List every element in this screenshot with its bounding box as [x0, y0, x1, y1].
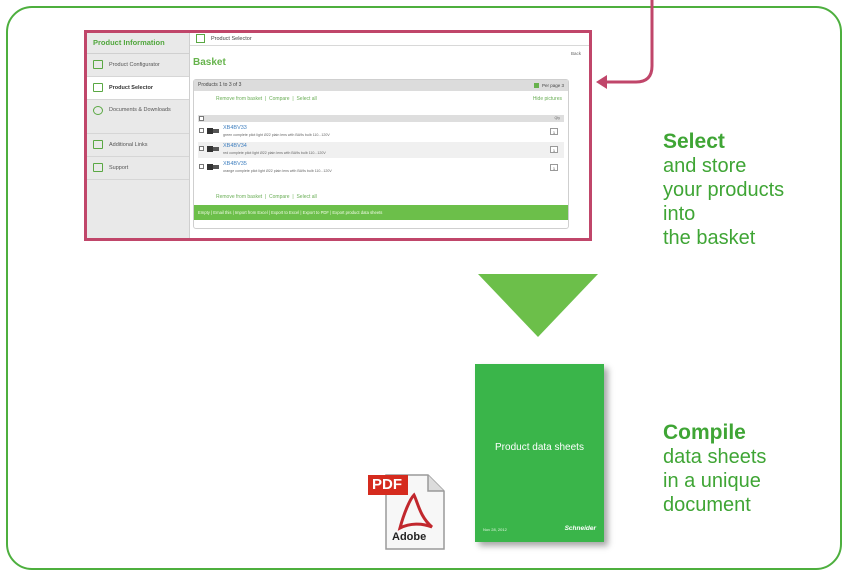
separator: |	[292, 96, 294, 102]
remove-link[interactable]: Remove from basket	[216, 96, 262, 102]
compare-link[interactable]: Compare	[269, 96, 290, 102]
hide-pictures-link[interactable]: Hide pictures	[533, 91, 562, 107]
table-header: Qty	[198, 115, 564, 122]
select-line: into	[663, 203, 696, 226]
product-code[interactable]: XB4BV34	[223, 143, 247, 149]
basket-actions-bottom: Remove from basket | Compare | Select al…	[194, 190, 568, 204]
down-arrow	[478, 274, 598, 337]
compile-line: in a unique	[663, 470, 761, 493]
page-title: Basket	[193, 57, 226, 68]
sidebar-item-label: Product Selector	[109, 85, 154, 91]
sidebar: Product Information Product Configurator…	[87, 33, 190, 238]
sidebar-item-product-configurator[interactable]: Product Configurator	[87, 54, 189, 77]
sidebar-item-label: Product Configurator	[109, 62, 160, 68]
topbar-title: Product Selector	[211, 36, 252, 42]
table-row: XB4BV33 green complete pilot light Ø22 p…	[198, 124, 564, 140]
compile-heading: Compile	[663, 421, 746, 444]
separator: |	[264, 194, 267, 200]
pilot-light-icon	[207, 146, 219, 152]
main-content: Product Selector Back Basket Products 1 …	[190, 33, 589, 238]
topbar: Product Selector	[190, 33, 589, 46]
back-link[interactable]: Back	[571, 51, 581, 56]
separator: |	[292, 194, 294, 200]
checkbox-icon	[93, 83, 103, 92]
select-line: and store	[663, 155, 747, 178]
select-line: the basket	[663, 227, 756, 250]
product-desc: green complete pilot light Ø22 plain len…	[223, 133, 330, 137]
configurator-icon	[93, 60, 103, 69]
qty-input[interactable]: 1	[550, 128, 558, 135]
basket-panel: Products 1 to 3 of 3 Per page 3 Remove f…	[193, 79, 569, 229]
support-icon	[93, 163, 103, 172]
per-page-control[interactable]: Per page 3	[533, 80, 564, 91]
select-label: Select and store your products into the …	[663, 129, 784, 250]
sidebar-item-additional-links[interactable]: Additional Links	[87, 134, 189, 157]
qty-input[interactable]: 1	[550, 164, 558, 171]
basket-actions: Remove from basket | Compare | Select al…	[194, 91, 568, 107]
compile-line: data sheets	[663, 446, 767, 469]
table-row: XB4BV34 red complete pilot light Ø22 pla…	[198, 142, 564, 158]
select-all-checkbox[interactable]	[199, 116, 204, 121]
products-count: Products 1 to 3 of 3	[198, 82, 242, 88]
row-checkbox[interactable]	[199, 164, 204, 169]
sidebar-item-label: Additional Links	[109, 142, 148, 148]
product-code[interactable]: XB4BV33	[223, 125, 247, 131]
cover-brand-logo: Schneider	[564, 525, 596, 532]
products-bar: Products 1 to 3 of 3 Per page 3	[194, 80, 568, 91]
compile-line: document	[663, 494, 751, 517]
download-icon	[93, 106, 103, 115]
pilot-light-icon	[207, 164, 219, 170]
row-checkbox[interactable]	[199, 146, 204, 151]
cover-date: Nov 28, 2012	[483, 527, 507, 532]
sidebar-item-label: Documents & Downloads	[109, 107, 171, 113]
pilot-light-icon	[207, 128, 219, 134]
compile-label: Compile data sheets in a unique document	[663, 420, 766, 517]
per-page-label: Per page	[541, 83, 561, 88]
adobe-label: Adobe	[392, 531, 427, 543]
sidebar-header: Product Information	[87, 33, 189, 54]
table-row: XB4BV35 orange complete pilot light Ø22 …	[198, 160, 564, 176]
qty-input[interactable]: 1	[550, 146, 558, 153]
grid-icon	[533, 83, 539, 89]
cover-title: Product data sheets	[495, 442, 584, 453]
separator: |	[264, 96, 267, 102]
product-desc: orange complete pilot light Ø22 plain le…	[223, 169, 332, 173]
qty-header: Qty	[554, 116, 560, 120]
basket-screenshot: Product Information Product Configurator…	[84, 30, 592, 241]
row-checkbox[interactable]	[199, 128, 204, 133]
select-all-link[interactable]: Select all	[296, 96, 316, 102]
export-bar[interactable]: Empty | Email this | Import from Excel |…	[194, 205, 568, 220]
remove-link[interactable]: Remove from basket	[216, 194, 262, 200]
pdf-file-icon: PDF Adobe	[368, 473, 446, 551]
sidebar-item-support[interactable]: Support	[87, 157, 189, 180]
select-all-link[interactable]: Select all	[296, 194, 316, 200]
select-line: your products	[663, 179, 785, 202]
sidebar-item-label: Support	[109, 165, 129, 171]
select-heading: Select	[663, 130, 725, 153]
product-code[interactable]: XB4BV35	[223, 161, 247, 167]
product-desc: red complete pilot light Ø22 plain lens …	[223, 151, 326, 155]
datasheet-cover: Product data sheets Nov 28, 2012 Schneid…	[475, 364, 604, 542]
sidebar-item-documents[interactable]: Documents & Downloads	[87, 100, 189, 134]
checkbox-icon	[196, 34, 205, 44]
compare-link[interactable]: Compare	[269, 194, 290, 200]
pdf-tag: PDF	[368, 475, 408, 495]
link-icon	[93, 140, 103, 149]
per-page-value: 3	[561, 83, 564, 88]
sidebar-item-product-selector[interactable]: Product Selector	[87, 77, 189, 100]
